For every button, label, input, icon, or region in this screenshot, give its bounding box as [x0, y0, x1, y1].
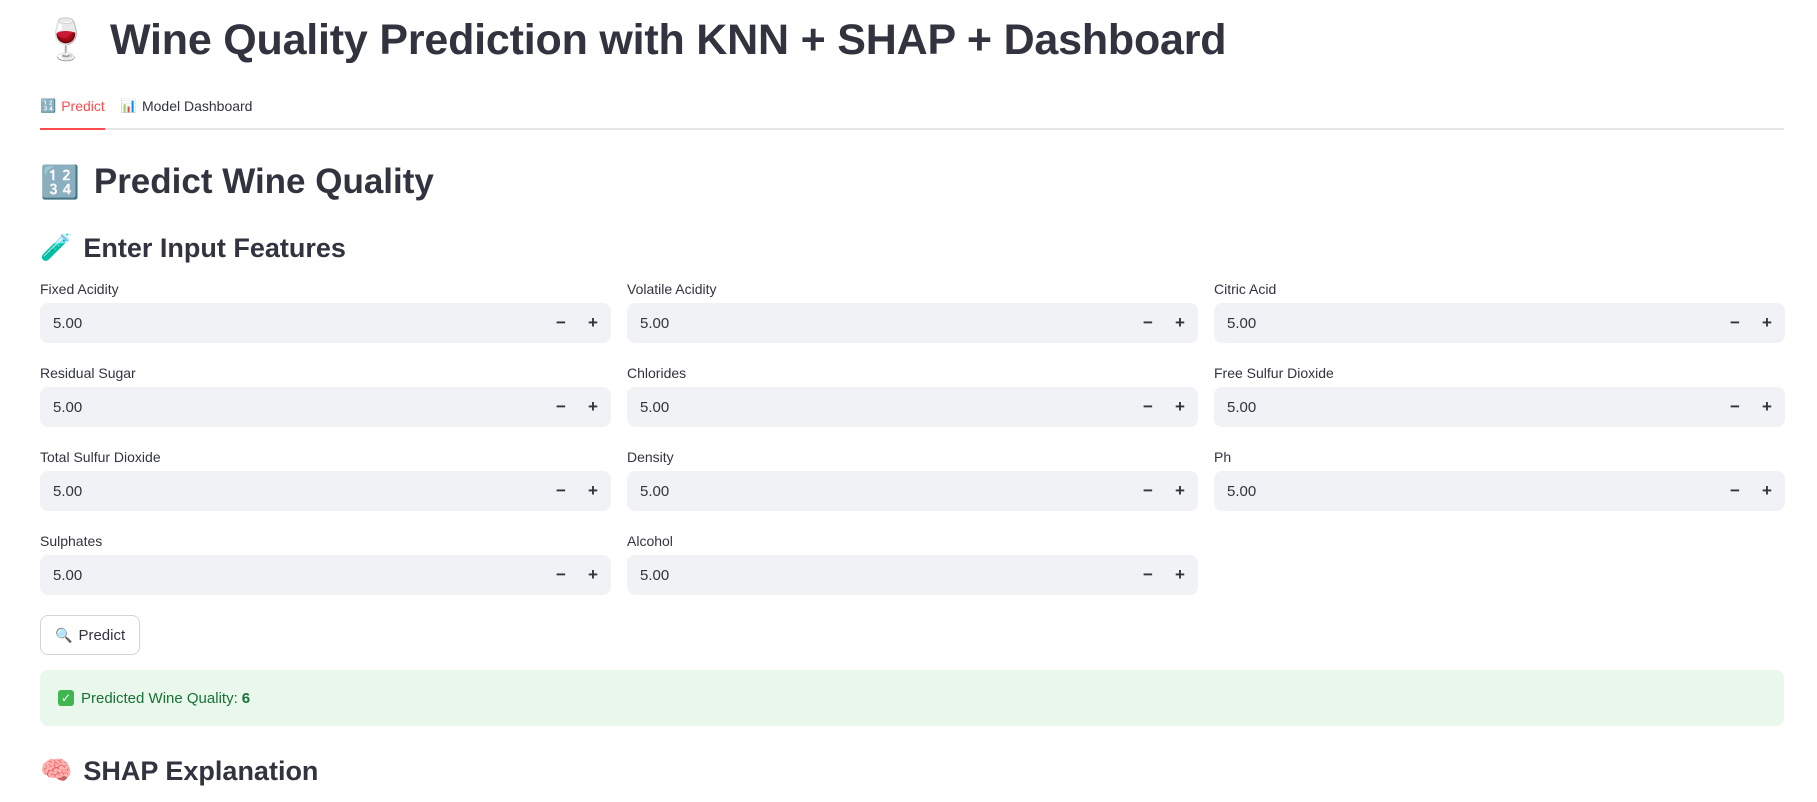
number-input: 5.00 − +: [627, 555, 1198, 595]
increment-button[interactable]: +: [1164, 303, 1196, 343]
number-input: 5.00 − +: [627, 471, 1198, 511]
increment-button[interactable]: +: [1751, 471, 1783, 511]
decrement-button[interactable]: −: [1132, 555, 1164, 595]
number-input: 5.00 − +: [1214, 303, 1785, 343]
number-input-value[interactable]: 5.00: [627, 483, 1132, 500]
result-label: Predicted Wine Quality:: [81, 689, 238, 707]
number-input-value[interactable]: 5.00: [627, 315, 1132, 332]
number-input-value[interactable]: 5.00: [627, 567, 1132, 584]
decrement-button[interactable]: −: [1719, 471, 1751, 511]
number-input: 5.00 − +: [40, 303, 611, 343]
field-density: Density 5.00 − +: [627, 449, 1198, 533]
number-input-value[interactable]: 5.00: [1214, 399, 1719, 416]
field-chlorides: Chlorides 5.00 − +: [627, 365, 1198, 449]
magnifier-icon: 🔍: [55, 626, 73, 643]
main-content: 🍷 Wine Quality Prediction with KNN + SHA…: [40, 0, 1785, 789]
result-value: 6: [241, 689, 251, 707]
number-input: 5.00 − +: [40, 555, 611, 595]
wine-glass-icon: 🍷: [41, 17, 91, 63]
decrement-button[interactable]: −: [545, 303, 577, 343]
section-title: Predict Wine Quality: [93, 162, 434, 201]
prediction-result-alert: ✓ Predicted Wine Quality: 6: [40, 670, 1784, 726]
field-alcohol: Alcohol 5.00 − +: [627, 533, 1198, 617]
decrement-button[interactable]: −: [545, 555, 577, 595]
field-label: Chlorides: [627, 365, 687, 381]
field-label: Ph: [1214, 449, 1232, 465]
number-input-value[interactable]: 5.00: [40, 399, 545, 416]
field-ph: Ph 5.00 − +: [1214, 449, 1785, 533]
number-input-value[interactable]: 5.00: [627, 399, 1132, 416]
number-input: 5.00 − +: [627, 303, 1198, 343]
tab-model-dashboard[interactable]: 📊 Model Dashboard: [121, 83, 253, 128]
field-label: Sulphates: [40, 533, 103, 549]
check-mark-icon: ✓: [58, 690, 74, 706]
field-total-sulfur-dioxide: Total Sulfur Dioxide 5.00 − +: [40, 449, 611, 533]
field-label: Density: [627, 449, 674, 465]
increment-button[interactable]: +: [577, 555, 609, 595]
tab-label: Predict: [61, 97, 105, 114]
shap-heading: 🧠 SHAP Explanation: [40, 753, 1784, 789]
number-input-value[interactable]: 5.00: [1214, 483, 1719, 500]
field-sulphates: Sulphates 5.00 − +: [40, 533, 611, 617]
tab-label: Model Dashboard: [141, 97, 253, 114]
increment-button[interactable]: +: [1164, 555, 1196, 595]
page-title: Wine Quality Prediction with KNN + SHAP …: [110, 15, 1227, 64]
increment-button[interactable]: +: [1751, 387, 1783, 427]
brain-icon: 🧠: [40, 756, 73, 786]
number-input-value[interactable]: 5.00: [40, 315, 545, 332]
number-input: 5.00 − +: [1214, 387, 1785, 427]
decrement-button[interactable]: −: [1132, 471, 1164, 511]
number-input-value[interactable]: 5.00: [40, 483, 545, 500]
predict-heading: 🔢 Predict Wine Quality: [40, 157, 1784, 207]
field-label: Residual Sugar: [40, 365, 136, 381]
increment-button[interactable]: +: [1164, 387, 1196, 427]
number-input: 5.00 − +: [1214, 471, 1785, 511]
field-label: Volatile Acidity: [627, 281, 717, 297]
field-label: Alcohol: [627, 533, 673, 549]
number-input-value[interactable]: 5.00: [40, 567, 545, 584]
increment-button[interactable]: +: [1751, 303, 1783, 343]
decrement-button[interactable]: −: [545, 471, 577, 511]
app-page: 🍷 Wine Quality Prediction with KNN + SHA…: [0, 0, 1817, 802]
increment-button[interactable]: +: [577, 303, 609, 343]
increment-button[interactable]: +: [577, 387, 609, 427]
field-fixed-acidity: Fixed Acidity 5.00 − +: [40, 281, 611, 365]
subsection-title: SHAP Explanation: [83, 755, 319, 786]
decrement-button[interactable]: −: [1719, 303, 1751, 343]
field-citric-acid: Citric Acid 5.00 − +: [1214, 281, 1785, 365]
increment-button[interactable]: +: [1164, 471, 1196, 511]
tab-bar: 🔢 Predict 📊 Model Dashboard: [40, 83, 1784, 130]
decrement-button[interactable]: −: [1132, 387, 1164, 427]
field-residual-sugar: Residual Sugar 5.00 − +: [40, 365, 611, 449]
app-header: 🍷 Wine Quality Prediction with KNN + SHA…: [40, 0, 1784, 80]
test-tube-icon: 🧪: [40, 233, 73, 263]
predict-button-label: Predict: [78, 626, 126, 644]
input-numbers-icon: 🔢: [40, 163, 80, 201]
bar-chart-icon: 📊: [120, 98, 137, 113]
subsection-title: Enter Input Features: [83, 232, 346, 263]
number-input: 5.00 − +: [40, 387, 611, 427]
number-input: 5.00 − +: [627, 387, 1198, 427]
decrement-button[interactable]: −: [545, 387, 577, 427]
field-label: Citric Acid: [1214, 281, 1277, 297]
field-volatile-acidity: Volatile Acidity 5.00 − +: [627, 281, 1198, 365]
predict-button[interactable]: 🔍 Predict: [40, 615, 141, 655]
number-input-value[interactable]: 5.00: [1214, 315, 1719, 332]
decrement-button[interactable]: −: [1719, 387, 1751, 427]
tab-predict[interactable]: 🔢 Predict: [40, 83, 105, 130]
increment-button[interactable]: +: [577, 471, 609, 511]
field-label: Total Sulfur Dioxide: [40, 449, 161, 465]
field-label: Fixed Acidity: [40, 281, 119, 297]
input-numbers-icon: 🔢: [40, 98, 57, 113]
features-heading: 🧪 Enter Input Features: [40, 230, 1784, 266]
field-free-sulfur-dioxide: Free Sulfur Dioxide 5.00 − +: [1214, 365, 1785, 449]
decrement-button[interactable]: −: [1132, 303, 1164, 343]
input-grid: Fixed Acidity 5.00 − + Volatile Acidity …: [40, 281, 1785, 617]
field-label: Free Sulfur Dioxide: [1214, 365, 1334, 381]
number-input: 5.00 − +: [40, 471, 611, 511]
